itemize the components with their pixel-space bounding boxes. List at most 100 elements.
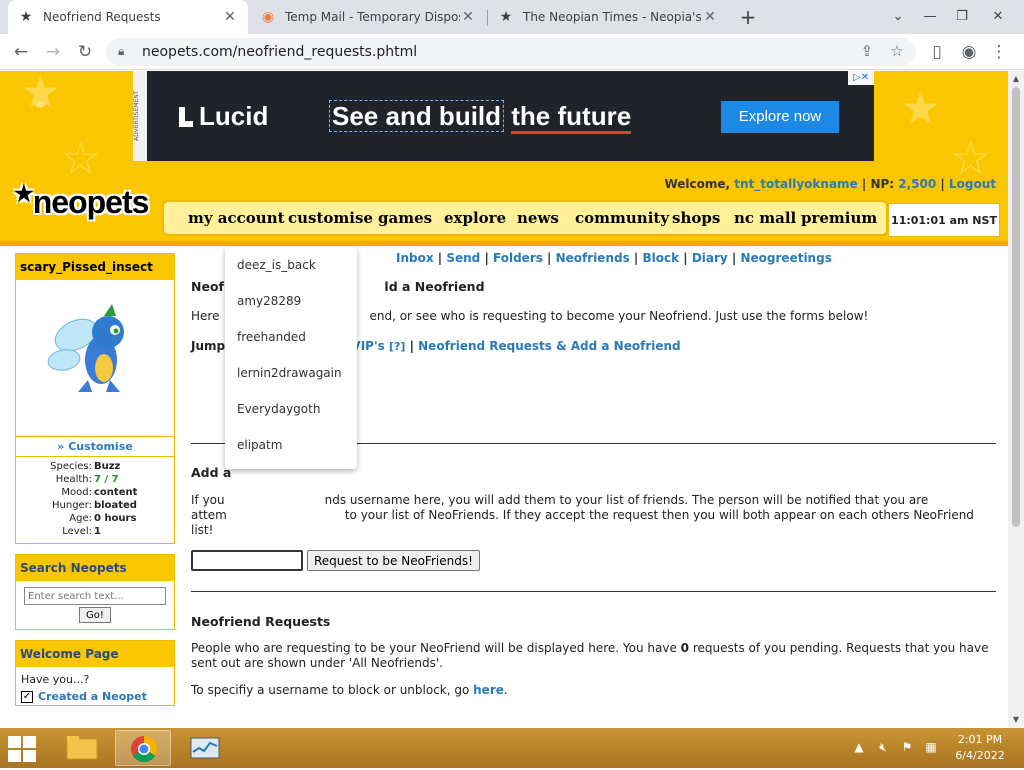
minimize-button[interactable]: —: [912, 0, 948, 34]
username-link[interactable]: tnt_totallyokname: [734, 177, 857, 191]
add-instructions: If you nds username here, you will add th…: [191, 493, 974, 537]
neopets-star-icon: ★: [19, 9, 33, 25]
browser-tab-strip: ★ Neofriend Requests ✕ ◉ Temp Mail - Tem…: [0, 0, 1024, 34]
checkmark-icon: ✓: [21, 690, 33, 703]
page-scrollbar[interactable]: ▲ ▼: [1008, 71, 1024, 728]
request-neofriend-button[interactable]: Request to be NeoFriends!: [307, 550, 480, 571]
nav-premium[interactable]: premium: [801, 209, 877, 227]
scrollbar-thumb[interactable]: [1012, 87, 1020, 527]
nav-customise[interactable]: customise: [288, 209, 373, 227]
autocomplete-option[interactable]: deez_is_back: [225, 247, 357, 283]
neopets-logo[interactable]: ★neopets: [14, 181, 149, 221]
taskbar-clock[interactable]: 2:01 PM 6/4/2022: [948, 732, 1012, 764]
tab-temp-mail[interactable]: ◉ Temp Mail - Temporary Disposab ✕: [250, 0, 486, 34]
tray-chevron-icon[interactable]: ▲: [850, 740, 868, 756]
subnav-neogreetings[interactable]: Neogreetings: [741, 251, 832, 265]
neopoints-link[interactable]: 2,500: [898, 177, 936, 191]
url-text: neopets.com/neofriend_requests.phtml: [142, 44, 418, 60]
nav-news[interactable]: news: [517, 209, 559, 227]
file-explorer-icon[interactable]: [54, 730, 110, 766]
adchoices-icon[interactable]: ▷✕: [848, 71, 874, 85]
autocomplete-option[interactable]: Everydaygoth: [225, 391, 357, 427]
tab-neofriend-requests[interactable]: ★ Neofriend Requests ✕: [8, 0, 248, 34]
forward-arrow-icon[interactable]: →: [40, 40, 66, 64]
nav-my-account[interactable]: my account: [188, 209, 285, 227]
windows-taskbar: ▲ 🔇︎ ⚑ ▦ 2:01 PM 6/4/2022: [0, 728, 1024, 768]
advertisement-banner[interactable]: ADVERTISEMENT Lucid See and build the fu…: [133, 71, 874, 161]
nav-nc-mall[interactable]: nc mall: [734, 209, 796, 227]
subnav-diary[interactable]: Diary: [692, 251, 728, 265]
restore-button[interactable]: ❐: [944, 0, 980, 34]
checklist-item[interactable]: ✓ Created a Neopet: [16, 688, 174, 705]
close-icon[interactable]: ✕: [222, 9, 238, 25]
ad-explore-button[interactable]: Explore now: [721, 101, 839, 133]
lock-icon: 🔒︎: [118, 44, 125, 58]
pet-name[interactable]: scary_Pissed_insect: [16, 254, 174, 280]
autocomplete-dropdown: deez_is_back amy28289 freehanded lernin2…: [225, 247, 357, 469]
profile-avatar-icon[interactable]: ◉: [956, 40, 982, 64]
welcome-page-title[interactable]: Welcome Page: [16, 641, 174, 667]
search-box: Search Neopets Go!: [15, 554, 175, 630]
volume-muted-icon[interactable]: 🔇︎: [874, 740, 892, 756]
tab-title: Neofriend Requests: [43, 10, 161, 24]
pending-count: 0: [680, 641, 690, 655]
requests-link[interactable]: Neofriend Requests & Add a Neofriend: [418, 339, 681, 353]
address-bar[interactable]: 🔒︎ neopets.com/neofriend_requests.phtml …: [106, 38, 916, 66]
subnav-block[interactable]: Block: [642, 251, 679, 265]
block-here-link[interactable]: here: [473, 683, 504, 697]
chrome-icon[interactable]: [115, 730, 171, 766]
nav-games[interactable]: games: [378, 209, 432, 227]
network-icon[interactable]: ▦: [922, 740, 940, 756]
nav-shops[interactable]: shops: [672, 209, 720, 227]
bookmark-star-icon[interactable]: ☆: [886, 42, 908, 62]
search-input[interactable]: [24, 587, 166, 605]
requests-section-title: Neofriend Requests: [191, 614, 331, 629]
windows-start-icon[interactable]: [8, 736, 38, 762]
neomessages-subnav: Inbox | Send | Folders | Neofriends | Bl…: [396, 251, 832, 265]
subnav-send[interactable]: Send: [446, 251, 480, 265]
divider: [191, 591, 996, 592]
flag-alert-icon[interactable]: ⚑: [898, 740, 916, 756]
neofriend-username-input[interactable]: [191, 550, 303, 571]
decorative-star-icon: ★: [900, 81, 942, 135]
pet-image[interactable]: [16, 280, 174, 437]
back-arrow-icon[interactable]: ←: [8, 40, 34, 64]
ad-label: ADVERTISEMENT: [133, 71, 147, 161]
ad-brand-logo: Lucid: [179, 101, 268, 132]
new-tab-button[interactable]: +: [736, 5, 760, 29]
search-go-button[interactable]: Go!: [79, 607, 111, 623]
scroll-down-arrow-icon[interactable]: ▼: [1008, 712, 1024, 728]
nav-explore[interactable]: explore: [444, 209, 506, 227]
menu-kebab-icon[interactable]: ⋮: [986, 40, 1012, 64]
welcome-page-box: Welcome Page Have you...? ✓ Created a Ne…: [15, 640, 175, 706]
tab-search-chevron-icon[interactable]: ⌄: [880, 0, 916, 34]
close-icon[interactable]: ✕: [702, 9, 718, 25]
search-title: Search Neopets: [16, 555, 174, 581]
neopets-star-icon: ★: [499, 9, 513, 25]
scroll-up-arrow-icon[interactable]: ▲: [1008, 71, 1024, 87]
tab-neopian-times[interactable]: ★ The Neopian Times - Neopia's fil ✕: [488, 0, 728, 34]
reload-icon[interactable]: ↻: [72, 40, 98, 64]
subnav-neofriends[interactable]: Neofriends: [556, 251, 630, 265]
decorative-star-icon: ★: [20, 71, 62, 119]
nav-community[interactable]: community: [575, 209, 669, 227]
nst-clock: 11:01:01 am NST: [888, 203, 1000, 237]
autocomplete-option[interactable]: amy28289: [225, 283, 357, 319]
logout-link[interactable]: Logout: [949, 177, 996, 191]
page-viewport: ★ ★ ☆ ☆ ADVERTISEMENT Lucid See and buil…: [0, 71, 1008, 728]
pet-stats: Species: Buzz Health: 7 / 7 Mood: content H…: [50, 461, 138, 537]
autocomplete-option[interactable]: freehanded: [225, 319, 357, 355]
task-manager-icon[interactable]: [177, 730, 233, 766]
close-window-button[interactable]: ✕: [980, 0, 1016, 34]
tab-title: Temp Mail - Temporary Disposab: [285, 10, 460, 24]
share-icon[interactable]: ⇪: [856, 42, 878, 62]
subnav-inbox[interactable]: Inbox: [396, 251, 434, 265]
subnav-folders[interactable]: Folders: [493, 251, 543, 265]
close-icon[interactable]: ✕: [460, 9, 476, 25]
autocomplete-option[interactable]: elipatm: [225, 427, 357, 463]
block-text: To specifiy a username to block or unblo…: [191, 683, 508, 697]
side-panel-icon[interactable]: ▯: [924, 40, 950, 64]
customise-link[interactable]: » Customise: [16, 437, 174, 457]
help-link[interactable]: [?]: [389, 340, 405, 353]
autocomplete-option[interactable]: lernin2drawagain: [225, 355, 357, 391]
